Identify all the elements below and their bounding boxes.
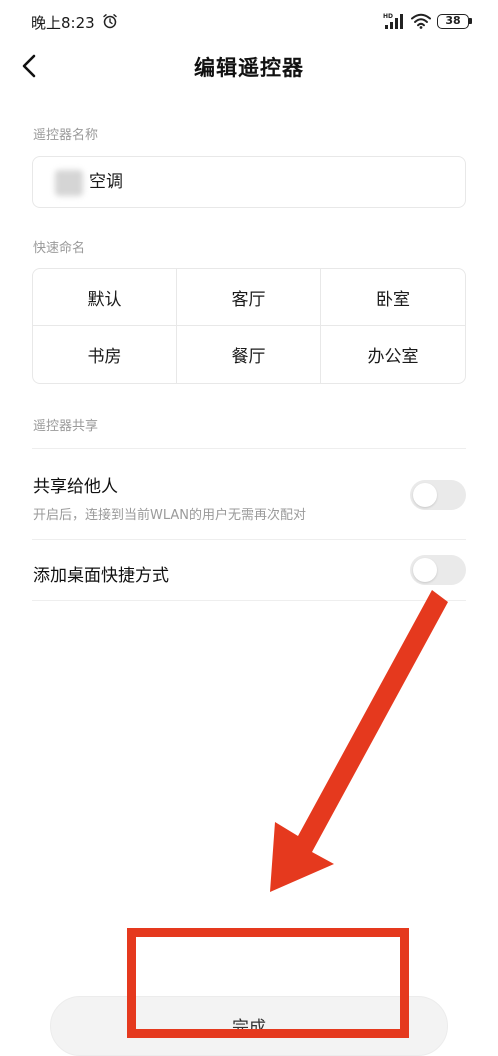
- toggle-knob: [413, 483, 437, 507]
- status-time: 晚上8:23: [31, 14, 95, 32]
- share-title: 共享给他人: [33, 477, 118, 497]
- battery-tip: [469, 18, 472, 24]
- quick-name-option[interactable]: 办公室: [321, 326, 465, 383]
- quick-name-option[interactable]: 卧室: [321, 269, 465, 326]
- quick-name-option[interactable]: 默认: [33, 269, 177, 326]
- shortcut-title: 添加桌面快捷方式: [33, 566, 169, 586]
- quick-name-option[interactable]: 书房: [33, 326, 177, 383]
- done-label: 完成: [232, 1018, 266, 1038]
- wifi-icon: [411, 13, 431, 29]
- sharing-label: 遥控器共享: [33, 419, 99, 434]
- battery-level: 38: [445, 14, 461, 27]
- quick-name-grid: 默认 客厅 卧室 书房 餐厅 办公室: [32, 268, 466, 384]
- svg-text:HD: HD: [383, 13, 393, 20]
- remote-name-value: 空调: [89, 172, 123, 192]
- status-bar: 晚上8:23 HD 38: [0, 0, 498, 44]
- signal-icon: HD: [383, 13, 403, 29]
- quick-name-option[interactable]: 客厅: [177, 269, 321, 326]
- remote-name-input[interactable]: 空调: [32, 156, 466, 208]
- alarm-icon: [103, 14, 117, 29]
- remote-name-label: 遥控器名称: [33, 128, 99, 143]
- divider: [32, 539, 466, 540]
- battery-icon: 38: [437, 14, 469, 29]
- share-toggle[interactable]: [410, 480, 466, 510]
- done-button[interactable]: 完成: [50, 996, 448, 1056]
- quick-name-option[interactable]: 餐厅: [177, 326, 321, 383]
- quick-name-label: 快速命名: [33, 241, 86, 256]
- share-description: 开启后，连接到当前WLAN的用户无需再次配对: [33, 508, 307, 523]
- toggle-knob: [413, 558, 437, 582]
- page-title: 编辑遥控器: [194, 56, 304, 80]
- divider: [32, 448, 466, 449]
- blurred-text: [55, 170, 83, 196]
- divider: [32, 600, 466, 601]
- shortcut-toggle[interactable]: [410, 555, 466, 585]
